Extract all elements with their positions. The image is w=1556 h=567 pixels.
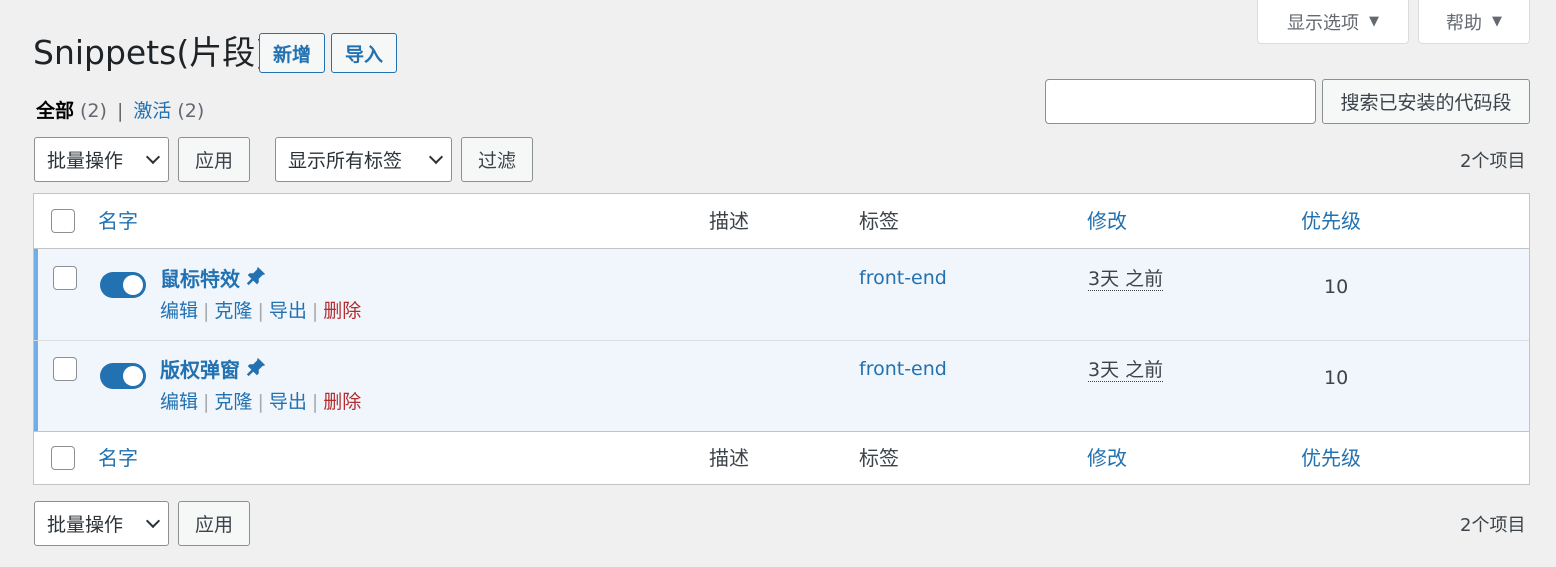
table-row: 鼠标特效 编辑 | 克隆 | 导出 | 删除 front-end 3天 之前 10	[34, 249, 1529, 340]
action-separator: |	[257, 391, 264, 413]
priority-value: 10	[1324, 367, 1349, 389]
select-all-checkbox-bottom[interactable]	[51, 446, 75, 470]
column-description: 描述	[709, 446, 749, 470]
chevron-down-icon	[145, 149, 161, 164]
activation-toggle[interactable]	[100, 272, 146, 298]
action-separator: |	[203, 391, 210, 413]
items-count-top: 2个项目	[1460, 151, 1526, 172]
filter-button[interactable]: 过滤	[461, 137, 533, 182]
chevron-down-icon	[145, 513, 161, 528]
tag-filter-value: 显示所有标签	[288, 150, 403, 172]
view-active-count: (2)	[177, 100, 205, 122]
help-label: 帮助	[1446, 12, 1482, 34]
view-active-label: 激活	[133, 100, 172, 122]
action-separator: |	[257, 300, 264, 322]
triangle-down-icon: ▼	[1492, 14, 1502, 29]
view-all-count: (2)	[80, 100, 107, 122]
import-button[interactable]: 导入	[331, 33, 397, 73]
row-checkbox[interactable]	[53, 357, 77, 381]
column-name[interactable]: 名字	[98, 207, 138, 235]
snippets-table: 名字 描述 标签 修改 优先级 鼠标特效 编辑 | 克隆 | 导出 | 删除 front-e…	[33, 193, 1530, 485]
delete-link[interactable]: 删除	[323, 391, 361, 413]
export-link[interactable]: 导出	[269, 300, 307, 322]
add-new-button[interactable]: 新增	[259, 33, 325, 73]
snippet-name-link[interactable]: 版权弹窗	[160, 356, 240, 384]
row-actions: 编辑 | 克隆 | 导出 | 删除	[160, 389, 361, 415]
apply-button-top[interactable]: 应用	[178, 137, 250, 182]
row-checkbox[interactable]	[53, 266, 77, 290]
modified-time: 3天 之前	[1088, 359, 1164, 382]
bulk-action-select-top[interactable]: 批量操作	[34, 137, 169, 182]
column-modified[interactable]: 修改	[1087, 207, 1127, 235]
help-tab[interactable]: 帮助 ▼	[1418, 0, 1530, 44]
edit-link[interactable]: 编辑	[160, 391, 198, 413]
delete-link[interactable]: 删除	[323, 300, 361, 322]
snippet-name-link[interactable]: 鼠标特效	[160, 265, 240, 293]
table-header: 名字 描述 标签 修改 优先级	[34, 194, 1529, 249]
tag-link[interactable]: front-end	[859, 358, 947, 380]
tag-link[interactable]: front-end	[859, 267, 947, 289]
apply-button-bottom[interactable]: 应用	[178, 501, 250, 546]
tag-filter-select[interactable]: 显示所有标签	[275, 137, 452, 182]
page-title: Snippets(片段)	[33, 33, 269, 72]
column-priority[interactable]: 优先级	[1301, 207, 1361, 235]
view-active[interactable]: 激活 (2)	[133, 100, 204, 122]
column-tags: 标签	[859, 209, 899, 233]
search-snippets-button[interactable]: 搜索已安装的代码段	[1322, 79, 1530, 124]
action-separator: |	[311, 300, 319, 322]
view-all[interactable]: 全部 (2)	[36, 100, 107, 122]
activation-toggle[interactable]	[100, 363, 146, 389]
action-separator: |	[311, 391, 319, 413]
view-separator: |	[116, 100, 124, 122]
edit-link[interactable]: 编辑	[160, 300, 198, 322]
chevron-down-icon	[428, 149, 444, 164]
column-tags: 标签	[859, 446, 899, 470]
export-link[interactable]: 导出	[269, 391, 307, 413]
column-description: 描述	[709, 209, 749, 233]
bulk-action-select-bottom[interactable]: 批量操作	[34, 501, 169, 546]
modified-time: 3天 之前	[1088, 268, 1164, 291]
row-actions: 编辑 | 克隆 | 导出 | 删除	[160, 298, 361, 324]
view-all-label: 全部	[36, 100, 75, 122]
column-name[interactable]: 名字	[98, 444, 138, 472]
bulk-action-value: 批量操作	[47, 514, 124, 536]
screen-options-label: 显示选项	[1287, 12, 1359, 34]
bulk-action-value: 批量操作	[47, 150, 124, 172]
triangle-down-icon: ▼	[1369, 14, 1379, 29]
column-priority[interactable]: 优先级	[1301, 444, 1361, 472]
table-footer: 名字 描述 标签 修改 优先级	[34, 431, 1529, 485]
column-modified[interactable]: 修改	[1087, 444, 1127, 472]
items-count-bottom: 2个项目	[1460, 515, 1526, 536]
select-all-checkbox[interactable]	[51, 209, 75, 233]
action-separator: |	[203, 300, 210, 322]
view-filters: 全部 (2) | 激活 (2)	[36, 97, 204, 125]
search-input[interactable]	[1045, 79, 1316, 124]
clone-link[interactable]: 克隆	[214, 300, 252, 322]
priority-value: 10	[1324, 276, 1349, 298]
clone-link[interactable]: 克隆	[214, 391, 252, 413]
table-row: 版权弹窗 编辑 | 克隆 | 导出 | 删除 front-end 3天 之前 10	[34, 341, 1529, 431]
screen-options-tab[interactable]: 显示选项 ▼	[1257, 0, 1409, 44]
pin-icon[interactable]	[245, 356, 267, 378]
pin-icon[interactable]	[245, 265, 267, 287]
